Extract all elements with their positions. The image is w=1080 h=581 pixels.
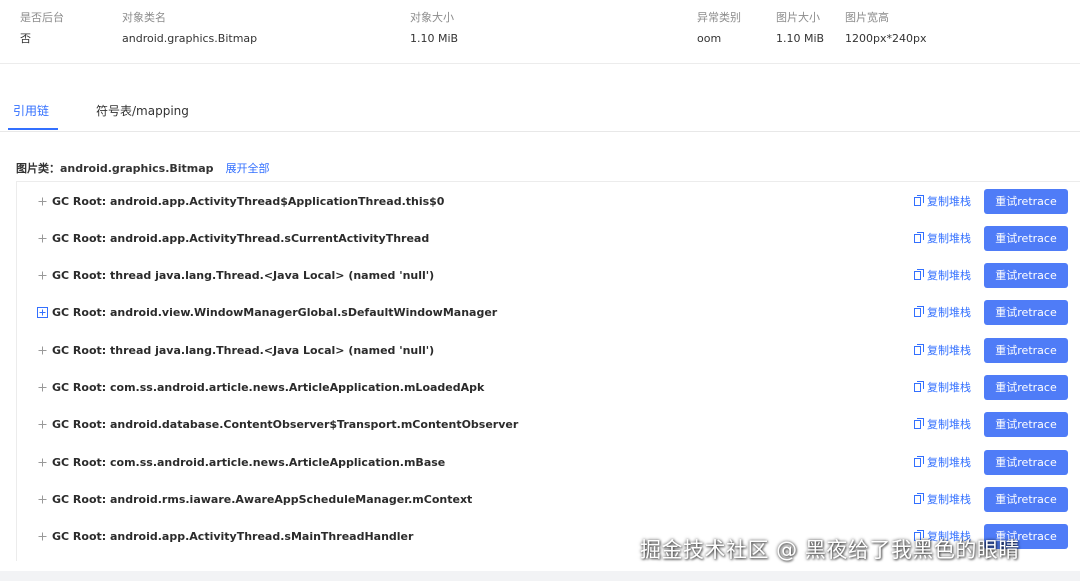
list-item: GC Root: android.app.ActivityThread$Appl… — [17, 183, 1080, 220]
info-col-class-name: 对象类名 android.graphics.Bitmap — [122, 10, 257, 47]
gc-root-text: GC Root: android.app.ActivityThread.sCur… — [52, 232, 430, 245]
list-item: GC Root: thread java.lang.Thread.<Java L… — [17, 332, 1080, 369]
gc-root-text: GC Root: android.app.ActivityThread$Appl… — [52, 195, 445, 208]
gc-root-text: GC Root: android.view.WindowManagerGloba… — [52, 306, 498, 319]
copy-stack-link[interactable]: 复制堆栈 — [914, 268, 971, 284]
plus-icon[interactable] — [37, 457, 48, 468]
copy-stack-label: 复制堆栈 — [927, 195, 971, 208]
plus-icon[interactable] — [37, 419, 48, 430]
gc-root-text: GC Root: android.app.ActivityThread.sMai… — [52, 530, 414, 543]
watermark: 掘金技术社区 @ 黑夜给了我黑色的眼睛 — [640, 538, 1020, 562]
gc-root-text: GC Root: thread java.lang.Thread.<Java L… — [52, 344, 435, 357]
copy-stack-label: 复制堆栈 — [927, 381, 971, 394]
page: 是否后台 否 对象类名 android.graphics.Bitmap 对象大小… — [0, 0, 1080, 581]
info-header: 是否后台 — [20, 11, 64, 24]
info-value: 1.10 MiB — [410, 32, 459, 45]
copy-icon — [914, 456, 924, 471]
retry-retrace-button[interactable]: 重试retrace — [984, 226, 1068, 251]
info-header: 对象类名 — [122, 11, 166, 24]
info-header: 异常类别 — [697, 11, 741, 24]
info-header: 图片宽高 — [845, 11, 889, 24]
tab-symbol-mapping[interactable]: 符号表/mapping — [96, 103, 189, 119]
retry-retrace-button[interactable]: 重试retrace — [984, 487, 1068, 512]
info-header: 图片大小 — [776, 11, 820, 24]
copy-stack-link[interactable]: 复制堆栈 — [914, 492, 971, 508]
copy-stack-label: 复制堆栈 — [927, 306, 971, 319]
copy-icon — [914, 344, 924, 359]
gc-root-text: GC Root: android.rms.iaware.AwareAppSche… — [52, 493, 473, 506]
copy-stack-link[interactable]: 复制堆栈 — [914, 194, 971, 210]
copy-stack-label: 复制堆栈 — [927, 344, 971, 357]
copy-icon — [914, 418, 924, 433]
plus-square-icon[interactable] — [37, 307, 48, 318]
active-tab-indicator — [8, 128, 58, 130]
tab-bar: 引用链 符号表/mapping — [0, 94, 1080, 132]
plus-icon[interactable] — [37, 494, 48, 505]
copy-icon — [914, 306, 924, 321]
tab-reference-chain[interactable]: 引用链 — [13, 103, 49, 119]
plus-icon[interactable] — [37, 270, 48, 281]
copy-stack-link[interactable]: 复制堆栈 — [914, 231, 971, 247]
copy-stack-link[interactable]: 复制堆栈 — [914, 305, 971, 321]
info-col-background: 是否后台 否 — [20, 10, 64, 47]
expand-all-link[interactable]: 展开全部 — [226, 162, 270, 175]
gc-root-text: GC Root: com.ss.android.article.news.Art… — [52, 381, 485, 394]
info-table: 是否后台 否 对象类名 android.graphics.Bitmap 对象大小… — [0, 0, 1080, 64]
plus-icon[interactable] — [37, 196, 48, 207]
copy-stack-link[interactable]: 复制堆栈 — [914, 343, 971, 359]
gc-root-list: GC Root: android.app.ActivityThread$Appl… — [16, 181, 1080, 561]
plus-icon[interactable] — [37, 233, 48, 244]
copy-icon — [914, 269, 924, 284]
copy-stack-label: 复制堆栈 — [927, 418, 971, 431]
copy-stack-label: 复制堆栈 — [927, 456, 971, 469]
list-item: GC Root: android.database.ContentObserve… — [17, 406, 1080, 443]
gc-root-text: GC Root: thread java.lang.Thread.<Java L… — [52, 269, 435, 282]
list-item: GC Root: android.app.ActivityThread.sCur… — [17, 220, 1080, 257]
list-item: GC Root: com.ss.android.article.news.Art… — [17, 444, 1080, 481]
retry-retrace-button[interactable]: 重试retrace — [984, 412, 1068, 437]
info-value: 1200px*240px — [845, 32, 927, 45]
retry-retrace-button[interactable]: 重试retrace — [984, 189, 1068, 214]
info-col-exception-type: 异常类别 oom — [697, 10, 741, 47]
info-col-image-dimensions: 图片宽高 1200px*240px — [845, 10, 926, 47]
retry-retrace-button[interactable]: 重试retrace — [984, 338, 1068, 363]
section-heading: 图片类：android.graphics.Bitmap 展开全部 — [16, 161, 270, 177]
retry-retrace-button[interactable]: 重试retrace — [984, 300, 1068, 325]
section-title: 图片类：android.graphics.Bitmap — [16, 162, 214, 175]
copy-stack-link[interactable]: 复制堆栈 — [914, 417, 971, 433]
copy-icon — [914, 381, 924, 396]
plus-icon[interactable] — [37, 382, 48, 393]
info-col-object-size: 对象大小 1.10 MiB — [410, 10, 458, 47]
info-value: 1.10 MiB — [776, 32, 825, 45]
info-value: oom — [697, 32, 722, 45]
retry-retrace-button[interactable]: 重试retrace — [984, 263, 1068, 288]
retry-retrace-button[interactable]: 重试retrace — [984, 450, 1068, 475]
plus-icon[interactable] — [37, 531, 48, 542]
gc-root-text: GC Root: com.ss.android.article.news.Art… — [52, 456, 446, 469]
copy-stack-label: 复制堆栈 — [927, 232, 971, 245]
info-value: android.graphics.Bitmap — [122, 32, 258, 45]
copy-stack-link[interactable]: 复制堆栈 — [914, 380, 971, 396]
copy-icon — [914, 493, 924, 508]
copy-stack-link[interactable]: 复制堆栈 — [914, 455, 971, 471]
list-item: GC Root: android.rms.iaware.AwareAppSche… — [17, 481, 1080, 518]
copy-icon — [914, 195, 924, 210]
info-col-image-size: 图片大小 1.10 MiB — [776, 10, 824, 47]
list-item: GC Root: thread java.lang.Thread.<Java L… — [17, 257, 1080, 294]
list-item: GC Root: com.ss.android.article.news.Art… — [17, 369, 1080, 406]
retry-retrace-button[interactable]: 重试retrace — [984, 375, 1068, 400]
copy-stack-label: 复制堆栈 — [927, 493, 971, 506]
plus-icon[interactable] — [37, 345, 48, 356]
list-item: GC Root: android.view.WindowManagerGloba… — [17, 294, 1080, 331]
info-value: 否 — [20, 32, 31, 45]
info-header: 对象大小 — [410, 11, 454, 24]
gc-root-text: GC Root: android.database.ContentObserve… — [52, 418, 519, 431]
copy-icon — [914, 232, 924, 247]
copy-stack-label: 复制堆栈 — [927, 269, 971, 282]
bottom-scroll-area — [0, 571, 1080, 581]
